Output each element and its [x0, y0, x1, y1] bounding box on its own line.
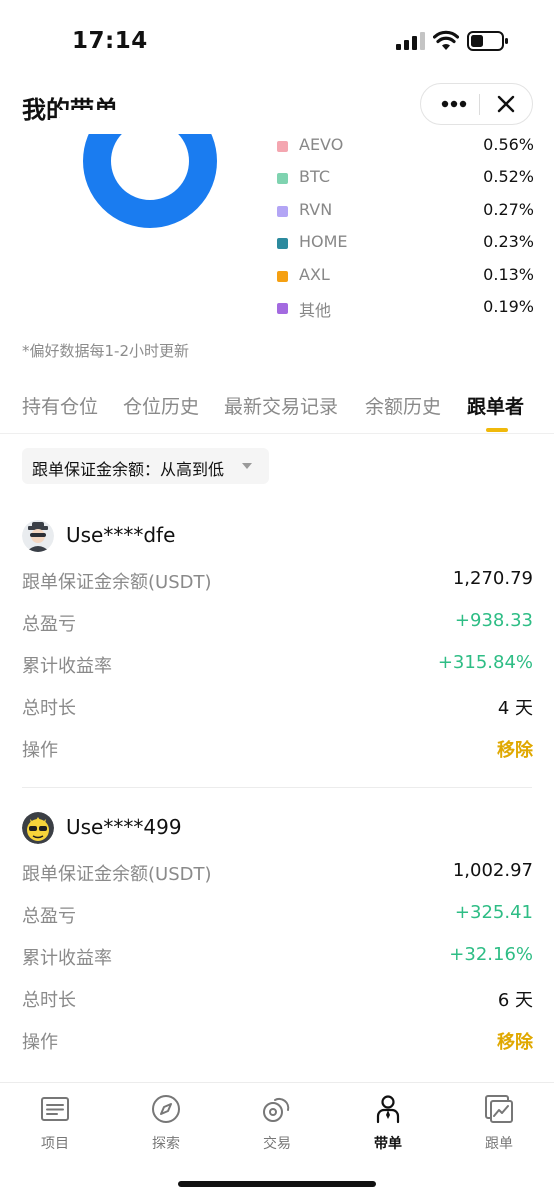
margin-balance-row: 跟单保证金余额(USDT) 1,002.97 — [22, 858, 533, 886]
tab-position-history[interactable]: 仓位历史 — [123, 392, 199, 419]
legend-item: RVN 0.27% — [276, 196, 534, 228]
legend-swatch — [277, 205, 288, 217]
row-value: +315.84% — [437, 652, 533, 673]
compass-icon — [152, 1095, 180, 1123]
follower-card: Use****499 跟单保证金余额(USDT) 1,002.97 总盈亏 +3… — [0, 812, 554, 1104]
more-icon[interactable] — [431, 84, 477, 124]
update-footnote: *偏好数据每1-2小时更新 — [22, 342, 190, 360]
action-row: 操作 移除 — [22, 1026, 533, 1054]
remove-button[interactable]: 移除 — [497, 736, 533, 762]
cumulative-roi-row: 累计收益率 +315.84% — [22, 650, 533, 678]
legend-percent: 0.13% — [483, 264, 534, 284]
cumulative-roi-row: 累计收益率 +32.16% — [22, 942, 533, 970]
row-label: 总盈亏 — [22, 906, 76, 927]
sort-label: 跟单保证金余额：从高到低 — [32, 460, 225, 479]
nav-item-trade[interactable]: 交易 — [237, 1093, 317, 1157]
status-time: 17:14 — [72, 28, 148, 54]
tab-balance-history[interactable]: 余额历史 — [365, 392, 441, 419]
close-icon[interactable] — [482, 84, 530, 124]
legend-percent: 0.27% — [483, 199, 534, 219]
nav-label: 探索 — [152, 1136, 180, 1152]
legend-swatch — [277, 270, 288, 282]
row-label: 总时长 — [22, 698, 76, 719]
scroll-clip — [60, 110, 240, 134]
legend-item: AXL 0.13% — [276, 261, 534, 293]
row-value: 4 天 — [497, 698, 533, 719]
mini-program-capsule — [420, 83, 533, 125]
total-pnl-row: 总盈亏 +938.33 — [22, 608, 533, 636]
legend-percent: 0.56% — [483, 135, 534, 154]
avatar — [22, 520, 54, 552]
battery-icon — [467, 31, 508, 51]
row-label: 累计收益率 — [22, 656, 112, 677]
legend-percent: 0.23% — [483, 232, 534, 252]
follower-username: Use****499 — [66, 815, 182, 839]
legend-item: AEVO 0.56% — [276, 131, 534, 163]
remove-button[interactable]: 移除 — [497, 1028, 533, 1054]
nav-item-copy-trading[interactable]: 跟单 — [459, 1093, 539, 1157]
legend-name: AXL — [299, 264, 330, 284]
tab-latest-trades[interactable]: 最新交易记录 — [224, 392, 338, 419]
legend-percent: 0.52% — [483, 167, 534, 187]
legend-item: BTC 0.52% — [276, 163, 534, 195]
row-label: 跟单保证金余额(USDT) — [22, 572, 212, 593]
duration-row: 总时长 4 天 — [22, 692, 533, 720]
legend-name: HOME — [299, 232, 348, 252]
legend-percent: 0.19% — [483, 296, 534, 316]
follower-username: Use****dfe — [66, 523, 176, 547]
row-label: 累计收益率 — [22, 948, 112, 969]
active-tab-indicator — [486, 428, 508, 432]
row-label: 操作 — [22, 740, 58, 761]
follower-card: Use****dfe 跟单保证金余额(USDT) 1,270.79 总盈亏 +9… — [0, 520, 554, 812]
margin-balance-row: 跟单保证金余额(USDT) 1,270.79 — [22, 566, 533, 594]
legend-item: 其他 0.19% — [276, 293, 534, 325]
nav-item-projects[interactable]: 项目 — [15, 1093, 95, 1157]
lead-trader-icon — [376, 1095, 400, 1124]
total-pnl-row: 总盈亏 +325.41 — [22, 900, 533, 928]
row-label: 跟单保证金余额(USDT) — [22, 864, 212, 885]
exchange-icon — [263, 1097, 290, 1122]
nav-label: 跟单 — [485, 1136, 513, 1152]
row-label: 总盈亏 — [22, 614, 76, 635]
row-label: 操作 — [22, 1032, 58, 1053]
row-value: +938.33 — [454, 610, 533, 631]
allocation-legend: AEVO 0.56% BTC 0.52% RVN 0.27% HOME 0.23… — [276, 131, 534, 325]
legend-name: BTC — [299, 167, 330, 187]
row-value: 1,002.97 — [452, 860, 533, 881]
tab-bar: 持有仓位 仓位历史 最新交易记录 余额历史 跟单者 — [0, 380, 554, 434]
nav-label: 交易 — [263, 1136, 291, 1152]
legend-swatch — [277, 238, 288, 250]
row-value: 1,270.79 — [452, 568, 533, 589]
capsule-divider — [479, 94, 480, 115]
nav-label: 项目 — [41, 1136, 69, 1152]
row-value: 6 天 — [497, 990, 533, 1011]
legend-swatch — [277, 302, 288, 314]
legend-item: HOME 0.23% — [276, 228, 534, 260]
wifi-icon — [433, 30, 459, 50]
nav-item-lead-trading[interactable]: 带单 — [348, 1093, 428, 1157]
row-value: +325.41 — [454, 902, 533, 923]
caret-down-icon — [242, 463, 252, 469]
action-row: 操作 移除 — [22, 734, 533, 762]
copy-chart-icon — [485, 1095, 513, 1123]
sort-dropdown[interactable]: 跟单保证金余额：从高到低 — [22, 448, 269, 484]
cellular-signal-icon — [396, 32, 425, 50]
tab-followers[interactable]: 跟单者 — [467, 392, 524, 419]
status-bar: 17:14 — [0, 0, 554, 80]
nav-label: 带单 — [374, 1136, 402, 1152]
row-label: 总时长 — [22, 990, 76, 1011]
tab-open-positions[interactable]: 持有仓位 — [22, 392, 98, 419]
divider — [22, 787, 532, 788]
legend-swatch — [277, 141, 288, 152]
legend-name: RVN — [299, 199, 333, 219]
legend-swatch — [277, 173, 288, 185]
home-indicator — [178, 1181, 376, 1187]
avatar — [22, 812, 54, 844]
legend-name: 其他 — [299, 300, 332, 320]
row-value: +32.16% — [449, 944, 533, 965]
list-icon — [41, 1097, 69, 1121]
legend-name: AEVO — [299, 135, 344, 154]
nav-item-explore[interactable]: 探索 — [126, 1093, 206, 1157]
duration-row: 总时长 6 天 — [22, 984, 533, 1012]
